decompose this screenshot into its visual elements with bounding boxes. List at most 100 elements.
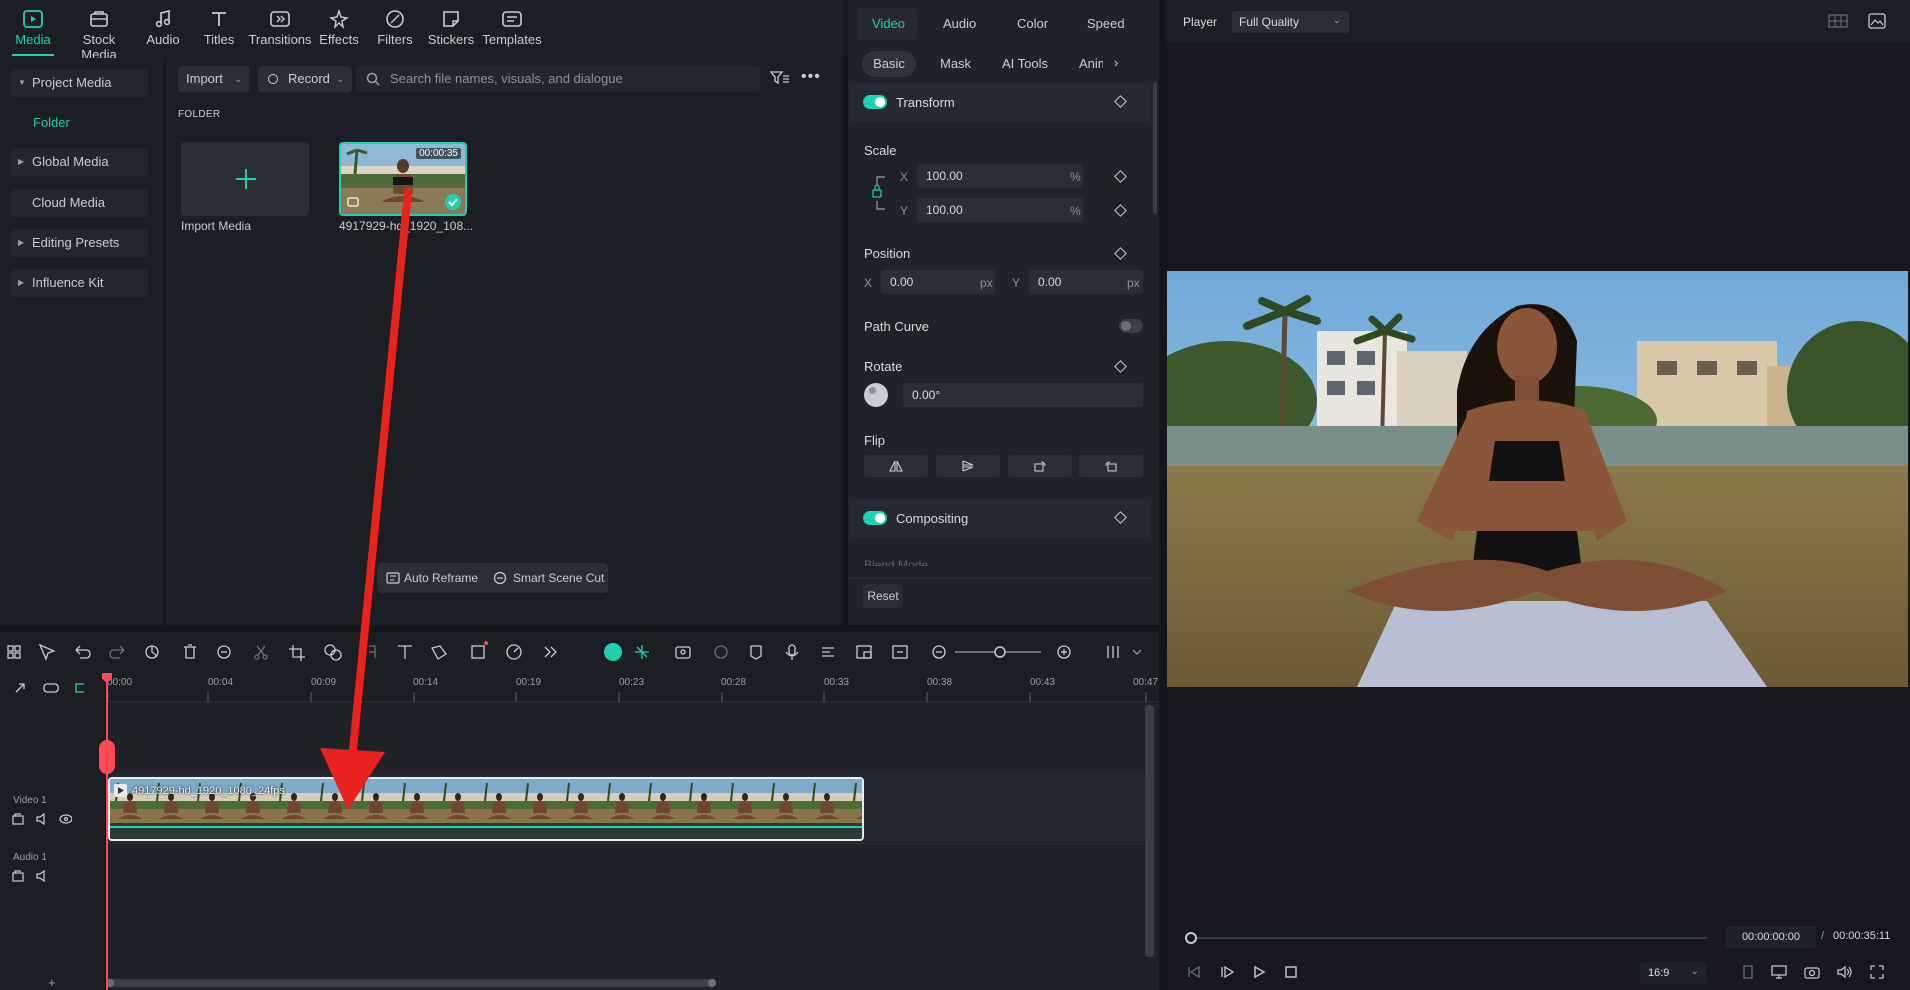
- rotate-label: Rotate: [864, 359, 903, 374]
- audio-track-label: Audio 1: [13, 852, 47, 863]
- import-dropdown[interactable]: Import ⌄: [178, 66, 250, 92]
- audio-track-row[interactable]: [106, 843, 1146, 933]
- more-options-icon[interactable]: •••: [801, 69, 821, 85]
- compositing-section-header[interactable]: [849, 499, 1151, 537]
- sidebar-item-folder[interactable]: Folder: [33, 115, 70, 130]
- sidebar-item-cloud-media[interactable]: Cloud Media: [10, 189, 148, 217]
- mark-icon[interactable]: [1742, 965, 1754, 979]
- subtab-mask[interactable]: Mask: [940, 51, 971, 77]
- flip-horizontal-button[interactable]: [864, 455, 928, 477]
- props-scrollbar[interactable]: [1153, 82, 1157, 214]
- fullscreen-icon[interactable]: [1870, 965, 1884, 979]
- quality-dropdown[interactable]: Full Quality ⌄: [1232, 11, 1349, 33]
- folder-label: FOLDER: [178, 109, 221, 120]
- chevron-right-icon[interactable]: ›: [1114, 55, 1118, 70]
- total-timecode: 00:00:35:11: [1833, 930, 1891, 942]
- path-curve-toggle[interactable]: [1119, 319, 1143, 333]
- snap-link-icon[interactable]: [14, 680, 84, 696]
- scale-x-field[interactable]: 100.00: [917, 164, 1083, 188]
- scale-x-label: X: [900, 170, 909, 184]
- subtab-basic[interactable]: Basic: [862, 51, 916, 77]
- caret-right-icon: ▶: [18, 238, 25, 247]
- pip-icon: [856, 645, 872, 659]
- tab-stickers[interactable]: Stickers: [418, 6, 484, 47]
- ruler-tick: 00:38: [927, 677, 953, 688]
- tab-stock-media[interactable]: Stock Media: [64, 6, 134, 62]
- current-timecode[interactable]: 00:00:00:00: [1726, 926, 1816, 948]
- image-snapshot-icon[interactable]: [1868, 13, 1886, 29]
- position-x-field[interactable]: 0.00: [881, 270, 995, 294]
- media-thumbnail[interactable]: 00:00:35: [339, 142, 467, 216]
- reset-button[interactable]: Reset: [863, 584, 903, 608]
- stop-icon[interactable]: [1284, 965, 1298, 979]
- timeline-toolbar: [0, 632, 1159, 672]
- sidebar-item-global-media[interactable]: ▶ Global Media: [10, 148, 148, 176]
- crop-frame-icon: [471, 645, 485, 659]
- sidebar-item-influence-kit[interactable]: ▶ Influence Kit: [10, 269, 148, 297]
- playback-progress-track[interactable]: [1191, 937, 1707, 939]
- rotate-left-button[interactable]: [1079, 455, 1143, 477]
- chevron-down-icon: ⌄: [1690, 966, 1699, 977]
- display-monitor-icon[interactable]: [1771, 965, 1787, 979]
- playhead-marker[interactable]: [99, 740, 115, 774]
- playhead[interactable]: [106, 673, 108, 990]
- lock-icon[interactable]: [867, 171, 889, 215]
- scale-y-field[interactable]: 100.00: [917, 198, 1083, 222]
- tab-color[interactable]: Color: [1017, 16, 1048, 31]
- tab-speed[interactable]: Speed: [1087, 16, 1125, 31]
- ruler-tick: 00:47: [1133, 677, 1159, 688]
- camera-snapshot-icon[interactable]: [1804, 965, 1820, 979]
- search-input[interactable]: Search file names, visuals, and dialogue: [356, 66, 760, 92]
- timeline-horizontal-scrollbar[interactable]: [106, 979, 716, 987]
- play-slow-icon[interactable]: [1220, 965, 1234, 979]
- sidebar-item-editing-presets[interactable]: ▶ Editing Presets: [10, 229, 148, 257]
- ruler-tick: 00:23: [619, 677, 645, 688]
- video-preview: [1167, 271, 1908, 687]
- prev-frame-icon[interactable]: [1187, 965, 1201, 979]
- path-curve-label: Path Curve: [864, 319, 930, 334]
- redo-icon: [109, 645, 125, 659]
- clip-duration-badge: 00:00:35: [416, 148, 461, 159]
- smart-scene-cut-button[interactable]: Smart Scene Cut: [513, 571, 604, 585]
- play-icon[interactable]: [1252, 965, 1266, 979]
- grid-view-icon[interactable]: [1828, 14, 1848, 28]
- ruler-tick: 00:19: [516, 677, 542, 688]
- compositing-toggle[interactable]: [863, 511, 887, 525]
- auto-highlight-icon: [635, 645, 649, 659]
- playback-progress-handle[interactable]: [1185, 932, 1197, 944]
- tab-media[interactable]: Media: [0, 6, 66, 56]
- rotate-field[interactable]: 0.00°: [903, 383, 1143, 407]
- tab-video[interactable]: Video: [872, 16, 905, 31]
- sidebar-item-project-media[interactable]: ▼ Project Media: [10, 69, 148, 97]
- add-track-icon[interactable]: +: [48, 975, 56, 990]
- auto-reframe-button[interactable]: Auto Reframe: [404, 571, 478, 585]
- tab-titles-label: Titles: [203, 32, 235, 47]
- tab-titles[interactable]: Titles: [186, 6, 252, 47]
- import-media-card[interactable]: [181, 142, 309, 216]
- checkmark-icon: [445, 194, 461, 210]
- flip-vertical-button[interactable]: [936, 455, 1000, 477]
- timeline-vertical-scrollbar[interactable]: [1145, 705, 1154, 957]
- track-controls[interactable]: [12, 812, 72, 826]
- ruler-tick: 00:14: [413, 677, 439, 688]
- caret-down-icon: ▼: [18, 78, 26, 87]
- filter-sort-icon[interactable]: [770, 70, 790, 86]
- transform-toggle[interactable]: [863, 95, 887, 109]
- rotate-right-button[interactable]: [1008, 455, 1072, 477]
- record-dropdown[interactable]: Record ⌄: [258, 66, 352, 92]
- record-icon: [268, 74, 278, 84]
- position-y-field[interactable]: 0.00: [1029, 270, 1143, 294]
- transform-section-header[interactable]: [849, 83, 1151, 121]
- audio-track-controls[interactable]: [12, 869, 52, 883]
- position-y-label: Y: [1012, 276, 1021, 290]
- volume-icon[interactable]: [1837, 965, 1853, 979]
- subtab-animation[interactable]: Anim: [1079, 51, 1103, 77]
- rotate-dial[interactable]: [864, 383, 888, 407]
- tab-transitions[interactable]: Transitions: [245, 6, 315, 47]
- tab-templates[interactable]: Templates: [477, 6, 547, 47]
- timecode-separator: /: [1821, 930, 1825, 942]
- tab-audio-props[interactable]: Audio: [943, 16, 976, 31]
- text-icon: [398, 645, 412, 659]
- subtab-ai-tools[interactable]: AI Tools: [1002, 51, 1048, 77]
- aspect-ratio-dropdown[interactable]: 16:9 ⌄: [1640, 962, 1706, 984]
